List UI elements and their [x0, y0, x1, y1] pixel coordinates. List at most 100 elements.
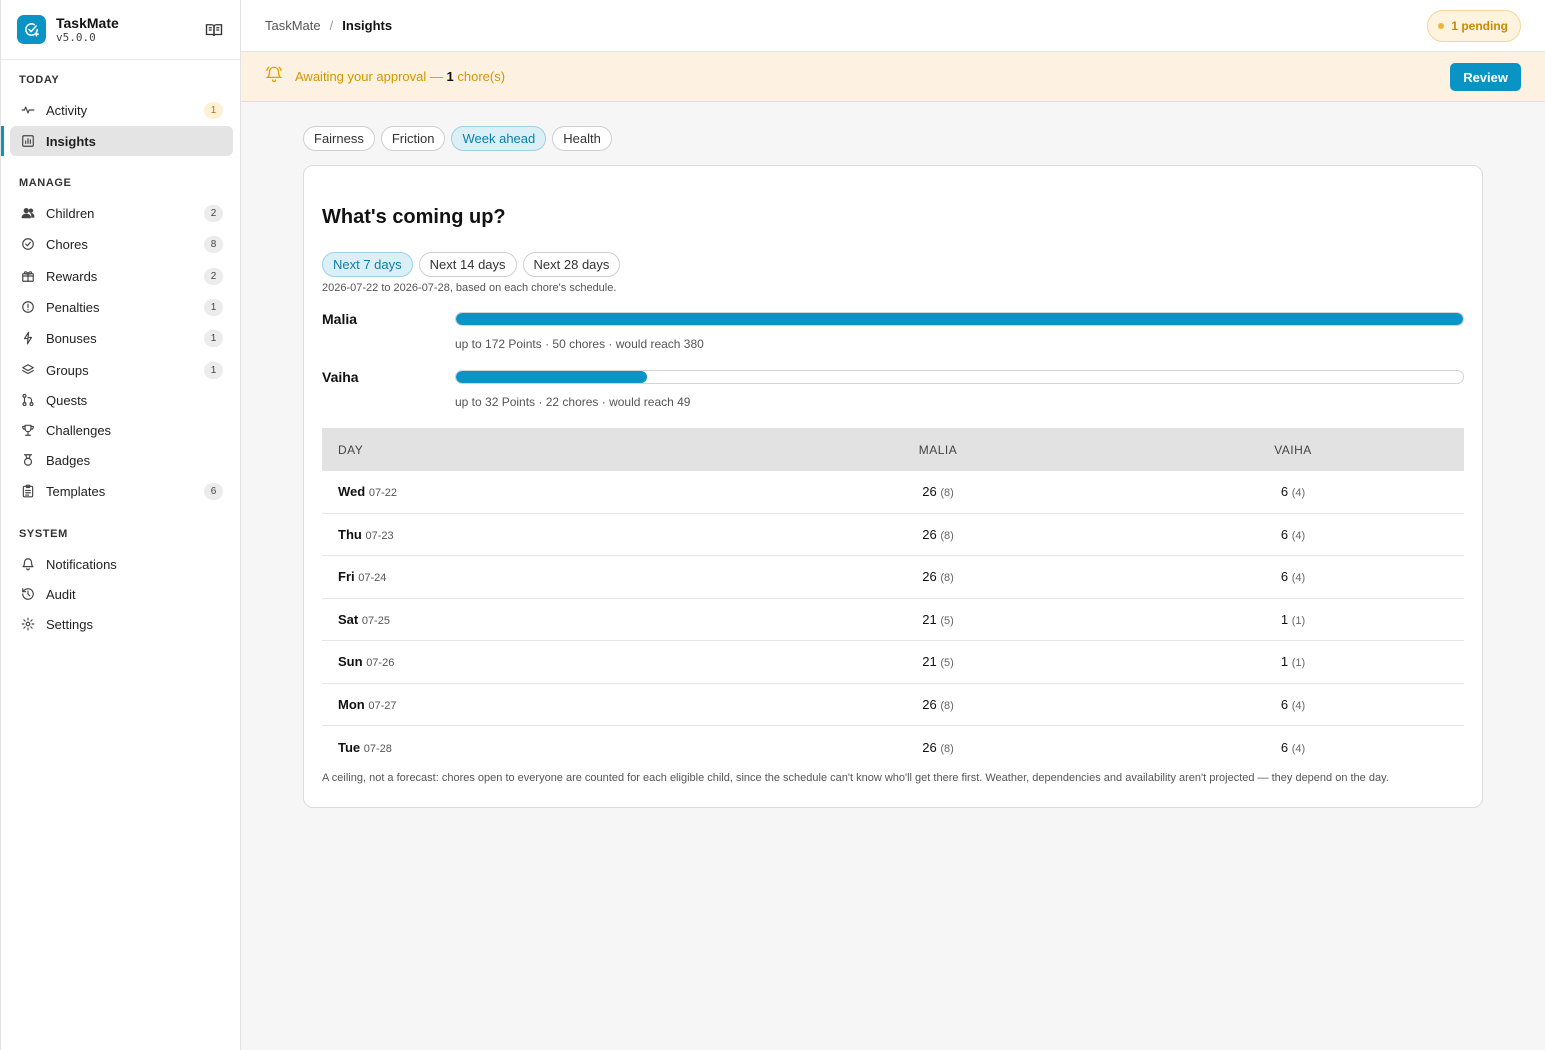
range-next-14-days[interactable]: Next 14 days	[418, 252, 517, 277]
sidebar-item-label: Groups	[46, 362, 89, 378]
app-logo-icon	[17, 15, 46, 44]
col-malia[interactable]: MALIA	[754, 443, 1122, 457]
day-cell: Wed 07-22	[338, 484, 397, 500]
week-ahead-card: What's coming up? Next 7 days Next 14 day…	[303, 165, 1483, 808]
kid-name: Malia	[322, 311, 358, 327]
sidebar-item-label: Notifications	[46, 556, 117, 572]
projection-bar	[455, 312, 1464, 326]
sidebar-item-challenges[interactable]: Challenges	[10, 415, 233, 445]
alert-circle-icon	[21, 300, 35, 314]
sidebar-item-label: Badges	[46, 452, 91, 468]
table-row: Wed 07-22 26 (8) 6 (4)	[322, 471, 1464, 514]
table-row: Sat 07-25 21 (5) 1 (1)	[322, 599, 1464, 641]
sidebar-item-penalties[interactable]: Penalties 1	[10, 292, 233, 322]
sidebar-item-label: Bonuses	[46, 330, 97, 346]
kid-projection-meta: up to 172 Points · 50 chores · would rea…	[455, 337, 704, 351]
projection-bar-fill	[456, 313, 1463, 325]
pending-label: 1 pending	[1451, 19, 1508, 33]
sidebar-item-label: Children	[46, 205, 95, 221]
layers-icon	[21, 363, 35, 377]
sidebar-item-activity[interactable]: Activity 1	[10, 95, 233, 125]
section-heading-system: SYSTEM	[19, 528, 68, 540]
kid-projection-meta: up to 32 Points · 22 chores · would reac…	[455, 395, 691, 409]
footnote: A ceiling, not a forecast: chores open t…	[322, 772, 1389, 784]
table-row: Fri 07-24 26 (8) 6 (4)	[322, 556, 1464, 599]
sidebar-item-insights[interactable]: Insights	[1, 126, 233, 156]
count-badge: 8	[204, 235, 223, 253]
sidebar-item-quests[interactable]: Quests	[10, 385, 233, 415]
count-badge: 2	[204, 267, 223, 285]
sidebar-item-children[interactable]: Children 2	[10, 198, 233, 228]
day-cell: Mon 07-27	[338, 696, 397, 712]
sidebar-item-groups[interactable]: Groups 1	[10, 355, 233, 385]
pending-badge[interactable]: 1 pending	[1427, 10, 1521, 42]
tab-fairness[interactable]: Fairness	[303, 126, 375, 151]
trophy-icon	[21, 423, 35, 437]
app-version: v5.0.0	[56, 30, 96, 44]
activity-icon	[21, 103, 35, 117]
sidebar-item-rewards[interactable]: Rewards 2	[10, 261, 233, 291]
col-day[interactable]: DAY	[322, 443, 754, 457]
count-badge: 1	[204, 298, 223, 316]
day-cell: Sat 07-25	[338, 611, 390, 627]
sidebar-item-bonuses[interactable]: Bonuses 1	[10, 323, 233, 353]
sidebar-item-label: Settings	[46, 616, 93, 632]
section-heading-manage: MANAGE	[19, 177, 72, 189]
tab-friction[interactable]: Friction	[380, 126, 446, 151]
approval-banner: Awaiting your approval — 1 chore(s) Revi…	[241, 52, 1545, 102]
table-row: Sun 07-26 21 (5) 1 (1)	[322, 641, 1464, 684]
sidebar-item-label: Activity	[46, 102, 88, 118]
vaiha-cell: 6 (4)	[1280, 526, 1306, 542]
gift-icon	[21, 269, 35, 283]
breadcrumb-separator: /	[329, 18, 334, 33]
table-body: Wed 07-22 26 (8) 6 (4) Thu 07-23 26 (8) 6 (4)…	[322, 471, 1464, 769]
breadcrumb-root[interactable]: TaskMate	[265, 18, 321, 33]
tab-week-ahead[interactable]: Week ahead	[451, 126, 547, 151]
vaiha-cell: 6 (4)	[1280, 484, 1306, 500]
count-badge: 1	[204, 101, 223, 119]
vaiha-cell: 1 (1)	[1280, 654, 1306, 670]
topbar: TaskMate / Insights 1 pending	[241, 0, 1545, 52]
chart-icon	[21, 134, 35, 148]
kid-name: Vaiha	[322, 369, 359, 385]
table-header: DAY MALIA VAIHA	[322, 428, 1464, 471]
range-note: 2026-07-22 to 2026-07-28, based on each …	[322, 282, 617, 294]
table-row: Tue 07-28 26 (8) 6 (4)	[322, 726, 1464, 769]
malia-cell: 21 (5)	[922, 611, 954, 627]
check-circle-icon	[21, 237, 35, 251]
count-badge: 1	[204, 329, 223, 347]
malia-cell: 26 (8)	[922, 696, 954, 712]
docs-book-icon[interactable]	[204, 20, 224, 40]
vaiha-cell: 6 (4)	[1280, 739, 1306, 755]
range-next-7-days[interactable]: Next 7 days	[322, 252, 413, 277]
card-title: What's coming up?	[322, 206, 506, 228]
medal-icon	[21, 453, 35, 467]
forecast-table: DAY MALIA VAIHA Wed 07-22 26 (8) 6 (4) Thu …	[322, 428, 1464, 769]
range-selector: Next 7 days Next 14 days Next 28 days	[322, 252, 621, 277]
gear-icon	[21, 617, 35, 631]
sidebar-item-label: Audit	[46, 586, 76, 602]
sidebar-item-badges[interactable]: Badges	[10, 445, 233, 475]
route-icon	[21, 393, 35, 407]
col-vaiha[interactable]: VAIHA	[1122, 443, 1464, 457]
count-badge: 6	[204, 482, 223, 500]
sidebar-item-settings[interactable]: Settings	[10, 609, 233, 639]
review-button[interactable]: Review	[1450, 63, 1521, 91]
projection-bar	[455, 370, 1464, 384]
sidebar-item-label: Rewards	[46, 268, 98, 284]
table-row: Thu 07-23 26 (8) 6 (4)	[322, 514, 1464, 556]
sidebar-item-notifications[interactable]: Notifications	[10, 549, 233, 579]
history-icon	[21, 587, 35, 601]
vaiha-cell: 6 (4)	[1280, 696, 1306, 712]
approval-text: Awaiting your approval — 1 chore(s)	[295, 69, 506, 84]
insights-tabs: Fairness Friction Week ahead Health	[303, 126, 612, 151]
count-badge: 1	[204, 361, 223, 379]
vaiha-cell: 1 (1)	[1280, 611, 1306, 627]
malia-cell: 21 (5)	[922, 654, 954, 670]
sidebar-item-audit[interactable]: Audit	[10, 579, 233, 609]
sidebar: TaskMate v5.0.0 TODAY Activity 1 Insights MA…	[0, 0, 241, 1050]
range-next-28-days[interactable]: Next 28 days	[522, 252, 621, 277]
sidebar-item-templates[interactable]: Templates 6	[10, 476, 233, 506]
tab-health[interactable]: Health	[552, 126, 612, 151]
sidebar-item-chores[interactable]: Chores 8	[10, 229, 233, 259]
